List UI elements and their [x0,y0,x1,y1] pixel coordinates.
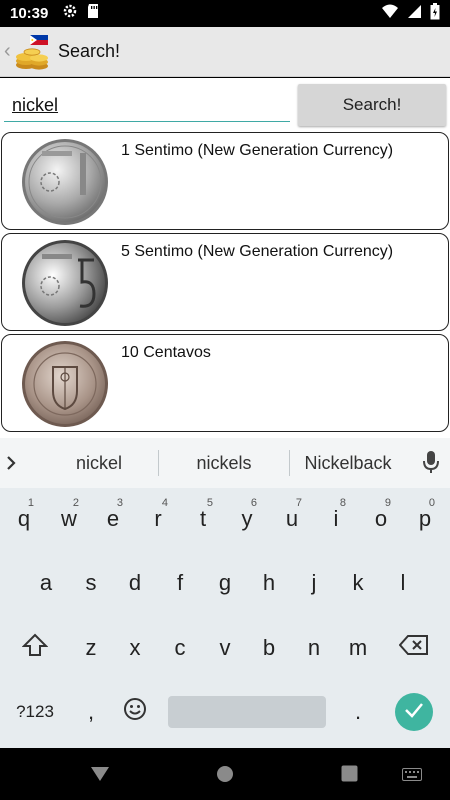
key-s[interactable]: s [69,561,113,605]
key-label: o [374,506,388,531]
key-u[interactable]: u7 [270,497,314,541]
sd-card-icon [86,3,100,24]
key-b[interactable]: b [247,626,291,670]
key-hint: 6 [250,497,257,509]
key-hint: 0 [428,497,435,509]
key-w[interactable]: w2 [47,497,91,541]
key-v[interactable]: v [203,626,247,670]
key-hint: 2 [72,497,79,509]
key-label: i [333,506,339,531]
search-input[interactable] [4,90,290,122]
search-button[interactable]: Search! [298,84,446,126]
key-j[interactable]: j [292,561,336,605]
key-n[interactable]: n [292,626,336,670]
list-item[interactable]: 5 Sentimo (New Generation Currency) [1,233,449,331]
key-x[interactable]: x [113,626,157,670]
key-label: t [199,506,207,531]
coin-image [20,238,110,328]
key-c[interactable]: c [158,626,202,670]
divider [158,450,159,476]
symbols-key[interactable]: ?123 [10,690,60,734]
key-k[interactable]: k [336,561,380,605]
key-label: y [241,506,253,531]
key-d[interactable]: d [113,561,157,605]
key-i[interactable]: i8 [314,497,358,541]
back-chevron-icon[interactable]: ‹ [4,40,14,63]
key-y[interactable]: y6 [225,497,269,541]
navigation-bar [0,748,450,800]
key-r[interactable]: r4 [136,497,180,541]
suggestion-2[interactable]: nickels [162,438,286,488]
battery-icon [430,2,440,25]
key-o[interactable]: o9 [359,497,403,541]
keyboard-switch-icon[interactable] [402,768,422,786]
result-label: 10 Centavos [121,344,211,361]
app-logo-icon[interactable] [14,32,52,72]
space-key[interactable] [168,696,326,728]
emoji-icon [123,697,147,727]
on-screen-keyboard: nickel nickels Nickelback q1 w2 e3 r4 t5… [0,438,450,748]
key-a[interactable]: a [24,561,68,605]
page-title: Search! [58,41,121,61]
back-triangle-icon[interactable] [90,766,110,787]
list-item[interactable]: 1 Sentimo (New Generation Currency) [1,132,449,230]
list-item[interactable]: 10 Centavos [1,334,449,432]
key-t[interactable]: t5 [181,497,225,541]
key-hint: 9 [384,497,391,509]
signal-icon [407,4,422,24]
suggestion-3[interactable]: Nickelback [292,438,404,488]
result-label: 1 Sentimo (New Generation Currency) [121,142,394,159]
key-q[interactable]: q1 [2,497,46,541]
coin-image [20,339,110,429]
home-circle-icon[interactable] [216,765,234,788]
key-p[interactable]: p0 [403,497,447,541]
key-l[interactable]: l [381,561,425,605]
search-row: Search! [0,78,450,130]
coin-image [20,137,110,227]
wifi-icon [381,4,399,24]
gear-icon [62,3,78,24]
check-icon [404,702,424,723]
shift-key[interactable] [13,626,57,670]
emoji-key[interactable] [113,690,157,734]
key-label: e [106,506,120,531]
status-time: 10:39 [10,5,49,22]
status-bar: 10:39 [0,0,450,27]
key-hint: 5 [206,497,213,509]
divider [289,450,290,476]
period-key[interactable]: . [336,690,380,734]
suggestion-bar: nickel nickels Nickelback [0,438,450,488]
backspace-icon [398,634,429,662]
key-label: p [418,506,432,531]
key-h[interactable]: h [247,561,291,605]
key-m[interactable]: m [336,626,380,670]
key-f[interactable]: f [158,561,202,605]
enter-key[interactable] [395,693,433,731]
key-g[interactable]: g [203,561,247,605]
recents-square-icon[interactable] [341,765,358,787]
comma-key[interactable]: , [69,690,113,734]
microphone-icon[interactable] [422,450,440,479]
suggestion-1[interactable]: nickel [38,438,160,488]
shift-icon [21,633,49,663]
backspace-key[interactable] [392,626,436,670]
result-label: 5 Sentimo (New Generation Currency) [121,243,394,260]
key-hint: 3 [116,497,123,509]
key-z[interactable]: z [69,626,113,670]
results-list: 1 Sentimo (New Generation Currency) 5 Se… [0,130,450,438]
chevron-right-icon[interactable] [0,451,22,475]
key-label: q [17,506,31,531]
key-label: u [285,506,299,531]
key-label: w [61,506,77,531]
key-e[interactable]: e3 [91,497,135,541]
app-bar: ‹ Search! [0,27,450,77]
key-label: r [154,506,162,531]
key-hint: 7 [295,497,302,509]
key-hint: 8 [339,497,346,509]
key-hint: 4 [161,497,168,509]
key-hint: 1 [27,497,34,509]
